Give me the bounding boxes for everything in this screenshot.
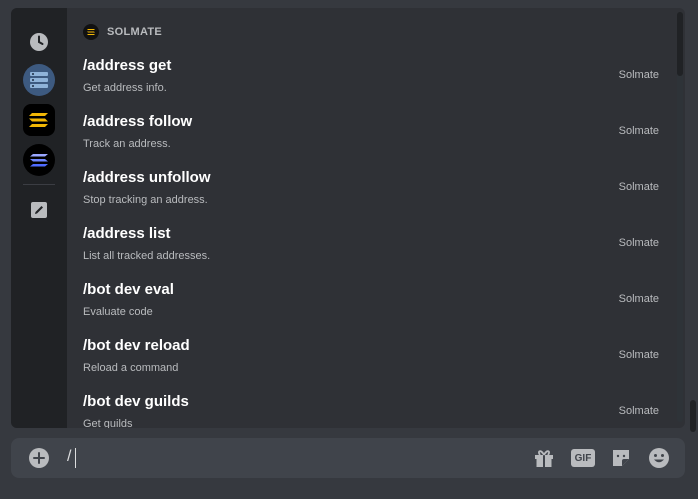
command-description: List all tracked addresses. (83, 250, 211, 262)
command-list: /address get Get address info. Solmate /… (67, 52, 673, 428)
command-name: /address unfollow (83, 169, 211, 186)
gif-button[interactable]: GIF (571, 446, 595, 470)
upload-button[interactable] (29, 448, 49, 468)
clock-icon (30, 33, 48, 51)
command-name: /bot dev reload (83, 337, 190, 354)
section-header: SOLMATE (83, 24, 162, 40)
command-name: /bot dev guilds (83, 393, 189, 410)
command-item[interactable]: /address get Get address info. Solmate (67, 52, 673, 108)
sticker-icon (613, 450, 629, 466)
command-source: Solmate (618, 69, 659, 81)
chat-scrollbar-thumb[interactable] (690, 400, 696, 432)
command-name: /address list (83, 225, 171, 242)
command-name: /address get (83, 57, 172, 74)
command-description: Evaluate code (83, 306, 153, 318)
command-item[interactable]: /address list List all tracked addresses… (67, 220, 673, 276)
command-source: Solmate (618, 349, 659, 361)
rail-separator (23, 184, 55, 185)
command-list-scrollbar[interactable] (677, 12, 683, 422)
built-in-commands-button[interactable] (23, 194, 55, 226)
recent-commands-button[interactable] (23, 26, 55, 58)
command-source: Solmate (618, 125, 659, 137)
emoji-icon (649, 448, 669, 468)
command-source: Solmate (618, 293, 659, 305)
plus-circle-icon (33, 452, 45, 464)
solana-app-button[interactable] (23, 144, 55, 176)
command-source: Solmate (618, 181, 659, 193)
pencil-icon (31, 202, 47, 218)
command-description: Stop tracking an address. (83, 194, 208, 206)
scrollbar-thumb[interactable] (677, 12, 683, 76)
command-item[interactable]: /bot dev reload Reload a command Solmate (67, 332, 673, 388)
command-list-panel: SOLMATE /address get Get address info. S… (67, 8, 685, 428)
message-input[interactable]: / (67, 448, 71, 466)
section-title: SOLMATE (107, 26, 163, 38)
server-app-button[interactable] (23, 64, 55, 96)
command-name: /address follow (83, 113, 193, 130)
sticker-button[interactable] (609, 446, 633, 470)
command-item[interactable]: /bot dev eval Evaluate code Solmate (67, 276, 673, 332)
command-source: Solmate (618, 237, 659, 249)
emoji-button[interactable] (647, 446, 671, 470)
command-item[interactable]: /address unfollow Stop tracking an addre… (67, 164, 673, 220)
server-avatar-icon (23, 64, 55, 96)
solmate-logo-icon (23, 104, 55, 136)
command-name: /bot dev eval (83, 281, 174, 298)
command-item[interactable]: /address follow Track an address. Solmat… (67, 108, 673, 164)
solana-logo-icon (23, 144, 55, 176)
command-description: Get guilds (83, 418, 133, 428)
gift-icon (535, 450, 553, 467)
message-input-bar: / GIF (11, 438, 685, 478)
command-item[interactable]: /bot dev guilds Get guilds Solmate (67, 388, 673, 428)
solmate-logo-icon (83, 24, 99, 40)
command-description: Track an address. (83, 138, 171, 150)
gift-button[interactable] (532, 446, 556, 470)
command-description: Reload a command (83, 362, 179, 374)
command-autocomplete-popup: SOLMATE /address get Get address info. S… (11, 8, 685, 428)
text-caret (75, 448, 76, 468)
solmate-app-button[interactable] (23, 104, 55, 136)
gif-icon: GIF (571, 449, 595, 467)
app-rail (11, 8, 67, 428)
command-description: Get address info. (83, 82, 167, 94)
command-source: Solmate (618, 405, 659, 417)
